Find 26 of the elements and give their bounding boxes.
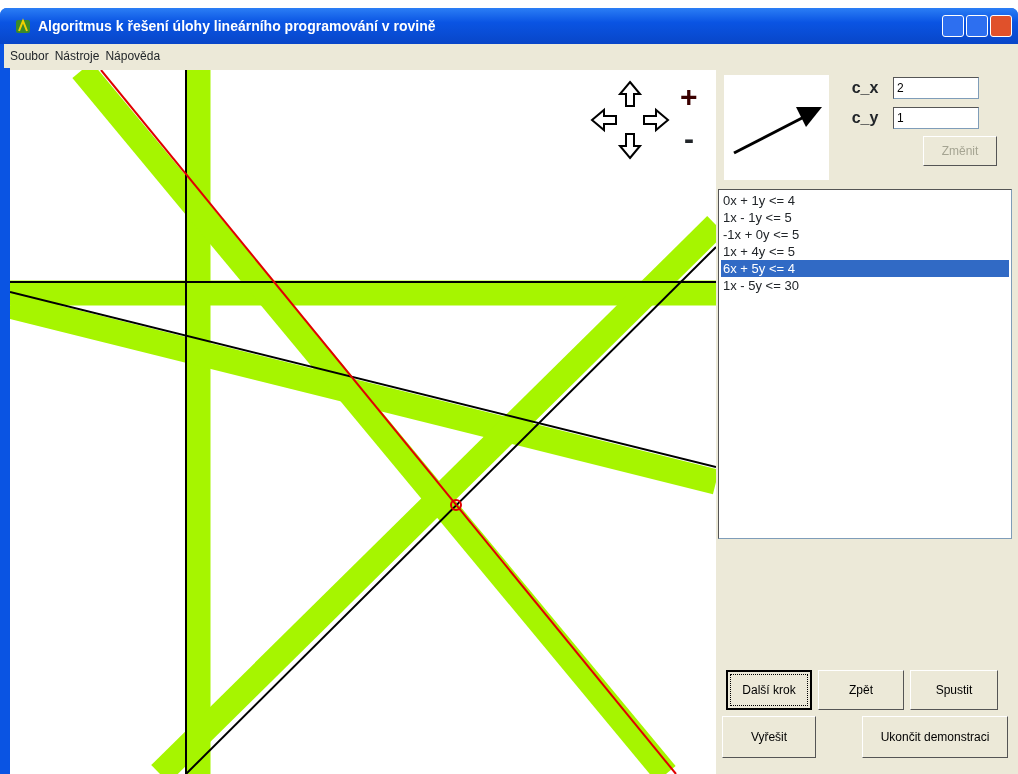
minimize-button[interactable]: [942, 15, 964, 37]
input-field[interactable]: 2: [893, 77, 979, 99]
list-item[interactable]: 1x + 4y <= 5: [721, 243, 1009, 260]
menu-item[interactable]: Nápověda: [105, 47, 167, 65]
action-button[interactable]: Ukončit demonstraci: [862, 716, 1008, 758]
action-button[interactable]: Zpět: [818, 670, 904, 710]
list-item[interactable]: 1x - 5y <= 30: [721, 277, 1009, 294]
list-item[interactable]: 6x + 5y <= 4: [721, 260, 1009, 277]
maximize-button[interactable]: [966, 15, 988, 37]
action-button[interactable]: Další krok: [726, 670, 812, 710]
action-button[interactable]: Vyřešit: [722, 716, 816, 758]
input-field[interactable]: 1: [893, 107, 979, 129]
action-button[interactable]: Spustit: [910, 670, 998, 710]
app-icon: [14, 17, 32, 35]
list-item[interactable]: 0x + 1y <= 4: [721, 192, 1009, 209]
menu-item[interactable]: Nástroje: [54, 47, 106, 65]
pan-arrows-icon[interactable]: [590, 80, 670, 160]
window-title: Algoritmus k řešení úlohy lineárního programování v rovině: [38, 16, 436, 36]
zoom-out-button[interactable]: -: [684, 124, 694, 154]
menu-item[interactable]: Soubor: [10, 47, 55, 65]
zoom-in-button[interactable]: +: [680, 82, 698, 112]
list-item[interactable]: 1x - 1y <= 5: [721, 209, 1009, 226]
field-label: c_y: [850, 108, 880, 128]
list-item[interactable]: -1x + 0y <= 5: [721, 226, 1009, 243]
field-label: c_x: [850, 78, 880, 98]
close-button[interactable]: [990, 15, 1012, 37]
